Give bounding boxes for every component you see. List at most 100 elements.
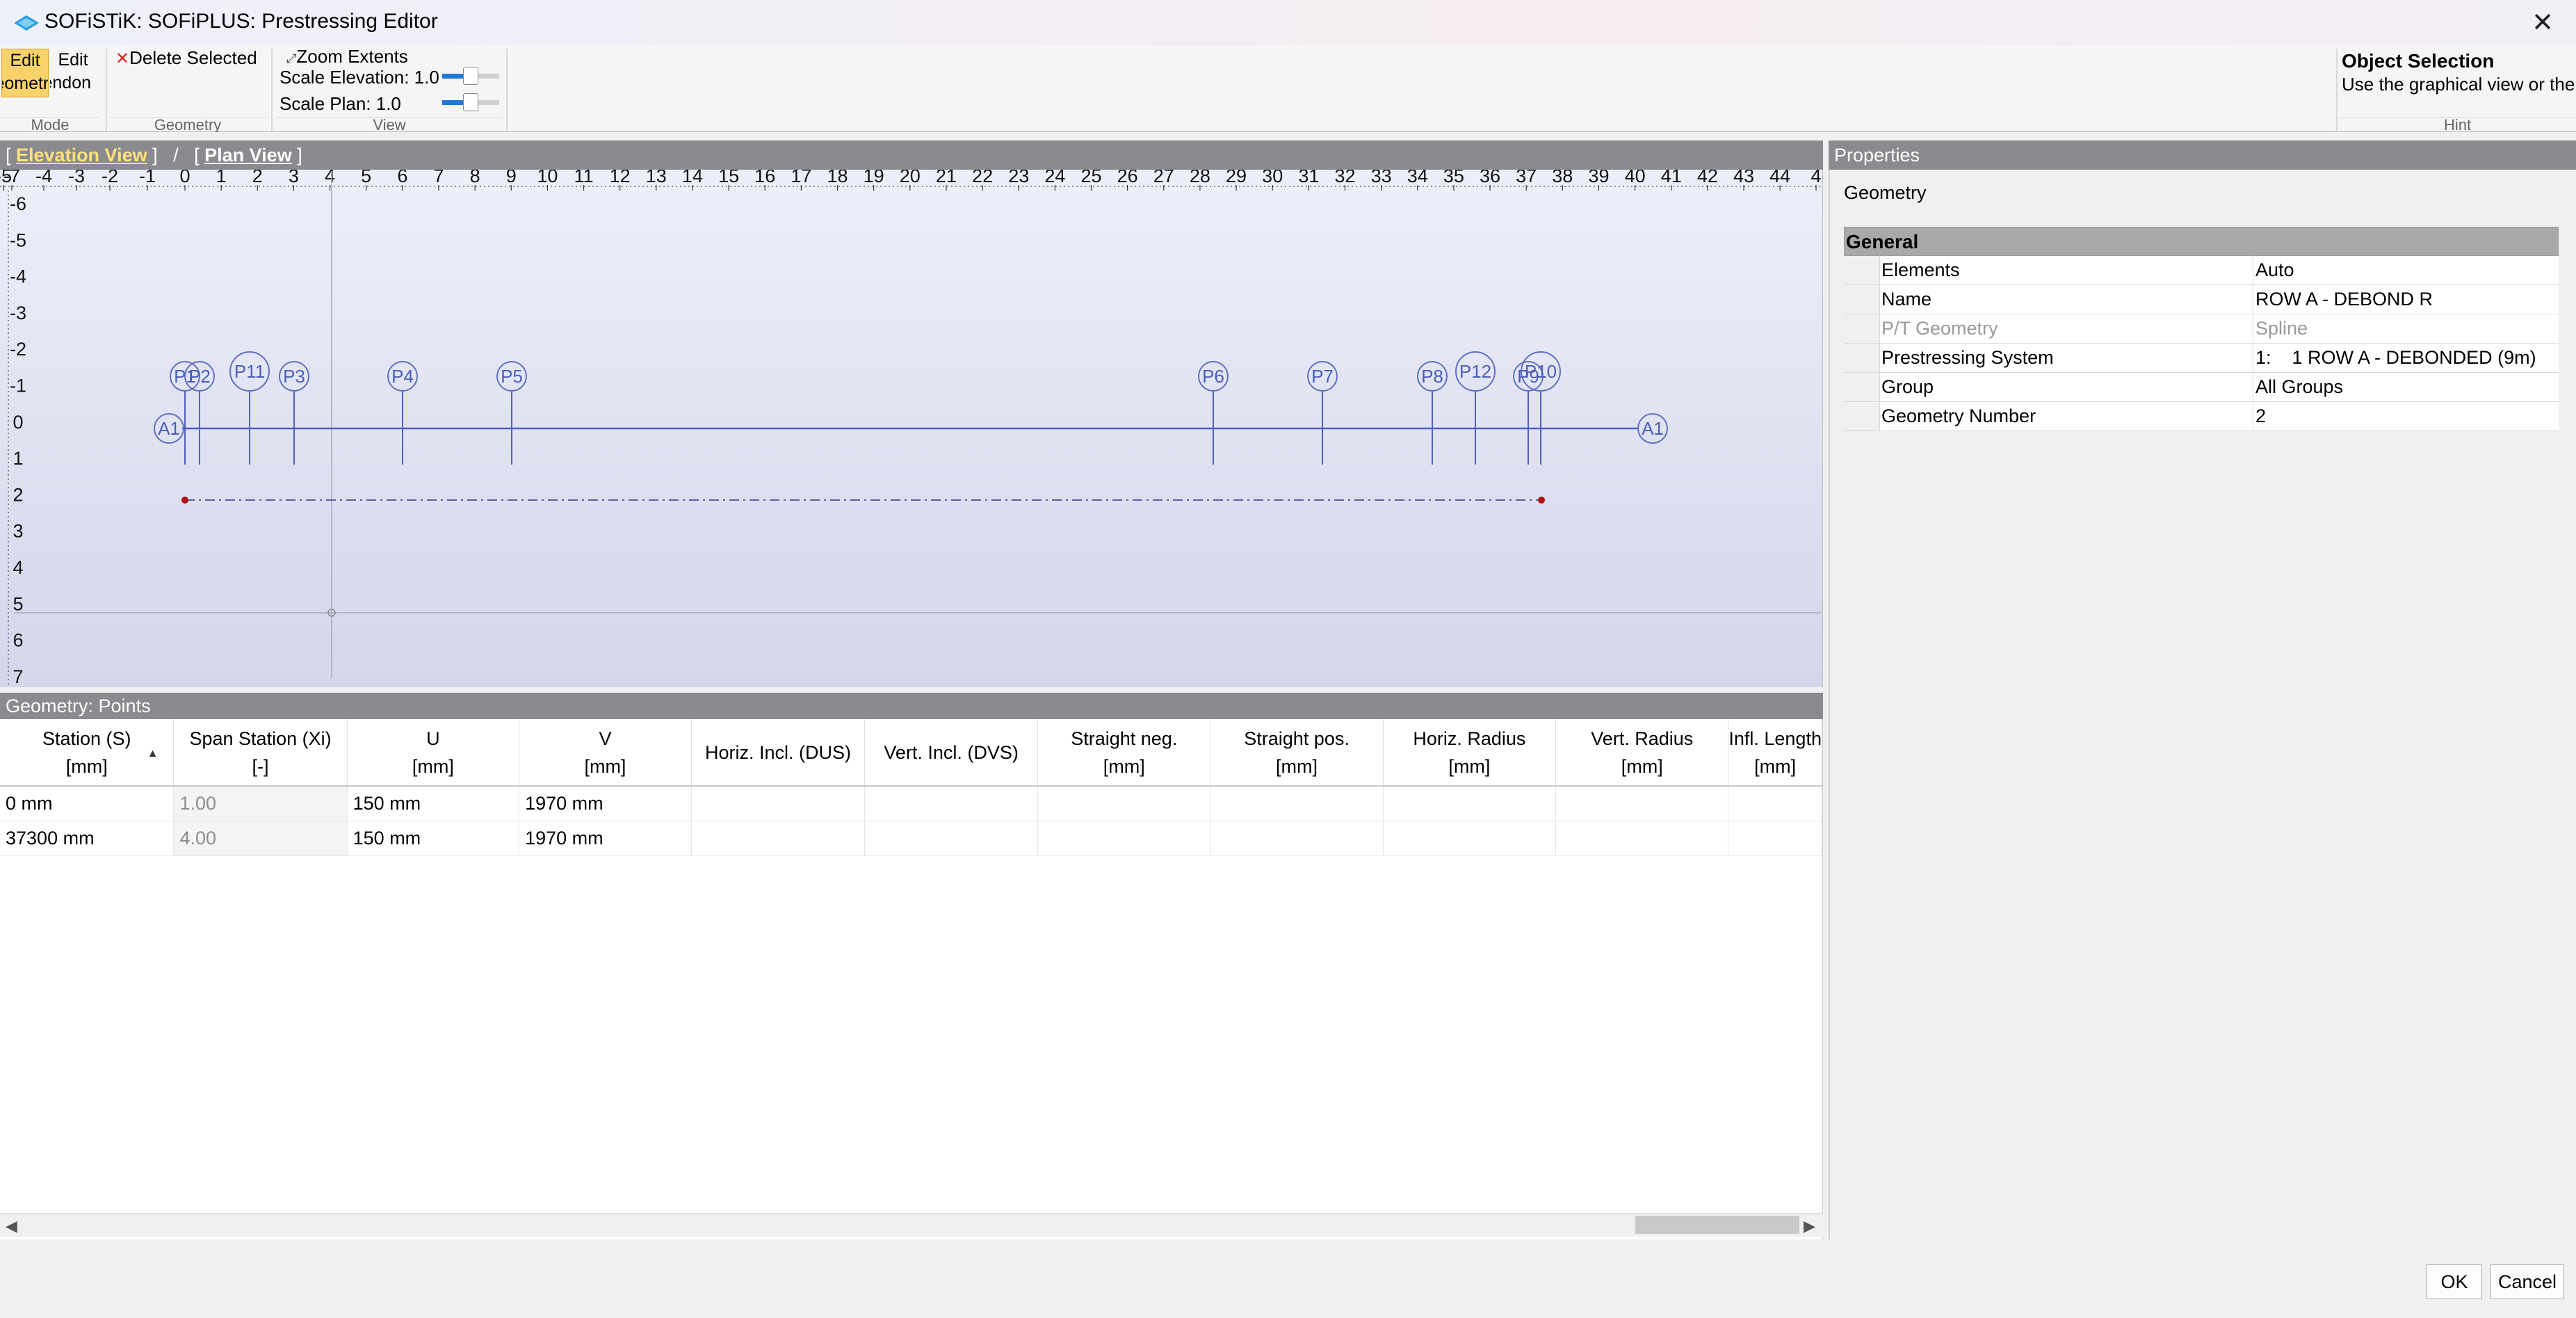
column-header[interactable]: Straight pos. [mm]: [1210, 719, 1384, 787]
x-tick-label: 33: [1371, 170, 1392, 186]
column-header[interactable]: Span Station (Xi) [-]: [173, 719, 348, 787]
table-cell[interactable]: [1383, 786, 1557, 821]
scrollbar-thumb[interactable]: [1635, 1216, 1799, 1234]
column-header[interactable]: Straight neg. [mm]: [1037, 719, 1211, 787]
table-cell[interactable]: 1970 mm: [519, 786, 692, 821]
point-label: P8: [1421, 366, 1443, 387]
edit-geometry-button[interactable]: Edit Geometry: [1, 49, 49, 97]
column-title: Straight pos.: [1244, 728, 1350, 749]
scale-plan-slider[interactable]: [442, 93, 499, 111]
column-title: Horiz. Radius: [1413, 728, 1526, 749]
point-label: P2: [188, 366, 211, 387]
column-title: Span Station (Xi): [189, 728, 332, 749]
table-cell[interactable]: [1555, 786, 1729, 821]
x-tick-label: 13: [646, 170, 667, 186]
points-table-panel: Station (S) [mm] ▲ Span Station (Xi) [-] U [mm…: [0, 719, 1823, 1239]
horizontal-scrollbar[interactable]: [0, 1213, 1823, 1237]
name-value[interactable]: ROW A - DEBOND R: [2253, 285, 2559, 314]
column-title: Vert. Radius: [1591, 728, 1694, 749]
table-cell[interactable]: [1210, 786, 1384, 821]
y-tick-label: -2: [10, 339, 26, 360]
property-row-name[interactable]: Name ROW A - DEBOND R: [1844, 285, 2559, 314]
table-cell[interactable]: 1970 mm: [519, 821, 692, 856]
axis-label: A1: [158, 418, 180, 439]
property-row-elements[interactable]: Elements Auto: [1844, 256, 2559, 285]
tab-plan-view[interactable]: Plan View: [204, 145, 292, 166]
column-header[interactable]: Station (S) [mm] ▲: [0, 719, 175, 787]
point-label: P11: [234, 361, 265, 382]
table-cell[interactable]: [691, 821, 866, 856]
table-cell[interactable]: [1037, 821, 1211, 856]
group-value[interactable]: All Groups: [2253, 373, 2559, 401]
column-title: Infl. Length: [1728, 728, 1822, 749]
prestressing-system-value[interactable]: 1: 1 ROW A - DEBONDED (9m): [2253, 344, 2559, 372]
table-cell[interactable]: [864, 786, 1039, 821]
zoom-extents-icon: ⤢: [286, 51, 297, 65]
property-group-general[interactable]: General: [1844, 227, 2559, 256]
table-cell[interactable]: [1210, 821, 1384, 856]
table-cell[interactable]: [864, 821, 1039, 856]
table-row[interactable]: 37300 mm 4.00 150 mm 1970 mm: [0, 821, 1822, 856]
column-title: U: [426, 728, 440, 749]
scroll-right-arrow-icon[interactable]: ▶: [1804, 1217, 1815, 1235]
elevation-canvas[interactable]: -5-7-4-3-2-10123456789101112131415161718…: [0, 170, 1822, 687]
point-label: P12: [1459, 361, 1491, 382]
x-tick-label: 1: [216, 170, 227, 186]
x-tick-label: 17: [791, 170, 811, 186]
table-row[interactable]: 0 mm 1.00 150 mm 1970 mm: [0, 786, 1822, 821]
geometry-group-label: Geometry: [108, 117, 267, 132]
geometry-number-value[interactable]: 2: [2253, 402, 2559, 431]
elements-value[interactable]: Auto: [2253, 256, 2559, 284]
delete-icon: ✕: [115, 49, 130, 68]
column-header[interactable]: U [mm]: [347, 719, 520, 787]
x-tick-label: 2: [252, 170, 263, 186]
property-row-group[interactable]: Group All Groups: [1844, 373, 2559, 402]
column-unit: [mm]: [412, 755, 454, 777]
table-cell[interactable]: [691, 786, 866, 821]
properties-header: Properties: [1829, 140, 2576, 170]
property-row-geometry-number[interactable]: Geometry Number 2: [1844, 402, 2559, 431]
column-unit: [mm]: [1754, 755, 1797, 777]
table-cell[interactable]: 0 mm: [0, 786, 175, 821]
x-tick-label: -4: [35, 170, 52, 186]
table-cell[interactable]: 1.00: [173, 786, 348, 821]
sort-ascending-icon[interactable]: ▲: [147, 740, 159, 768]
column-header[interactable]: Horiz. Incl. (DUS): [691, 719, 866, 787]
scroll-left-arrow-icon[interactable]: ◀: [6, 1217, 17, 1235]
table-cell[interactable]: 4.00: [173, 821, 348, 856]
table-cell[interactable]: 37300 mm: [0, 821, 175, 856]
column-header[interactable]: V [mm]: [519, 719, 692, 787]
table-cell[interactable]: [1037, 786, 1211, 821]
column-unit: [mm]: [1276, 755, 1318, 777]
x-tick-label: 40: [1625, 170, 1646, 186]
cancel-button[interactable]: Cancel: [2490, 1264, 2564, 1299]
ok-button[interactable]: OK: [2427, 1264, 2482, 1299]
x-tick-label: 11: [574, 170, 594, 186]
tendon-start-point[interactable]: [181, 497, 188, 504]
delete-selected-button[interactable]: ✕Delete Selected: [115, 47, 261, 69]
tab-elevation-view[interactable]: Elevation View: [16, 145, 147, 166]
column-unit: [-]: [252, 755, 269, 777]
table-cell[interactable]: [1383, 821, 1557, 856]
column-unit: [mm]: [1103, 755, 1145, 777]
table-cell[interactable]: [1555, 821, 1729, 856]
table-cell[interactable]: [1728, 821, 1822, 856]
column-header[interactable]: Vert. Incl. (DVS): [864, 719, 1039, 787]
property-row-prestressing-system[interactable]: Prestressing System 1: 1 ROW A - DEBONDED…: [1844, 344, 2559, 373]
x-tick-label: 27: [1153, 170, 1174, 186]
scale-elevation-slider[interactable]: [442, 67, 499, 85]
y-tick-label: -5: [10, 230, 26, 250]
table-cell[interactable]: 150 mm: [347, 821, 520, 856]
close-button[interactable]: ✕: [2525, 6, 2560, 40]
edit-tendon-button[interactable]: Edit Tendon: [50, 49, 96, 97]
tendon-end-point[interactable]: [1538, 497, 1545, 504]
table-cell[interactable]: [1728, 786, 1822, 821]
table-cell[interactable]: 150 mm: [347, 786, 520, 821]
column-header[interactable]: Vert. Radius [mm]: [1555, 719, 1729, 787]
x-tick-label: 10: [537, 170, 558, 186]
column-header[interactable]: Horiz. Radius [mm]: [1383, 719, 1557, 787]
column-header[interactable]: Infl. Length [mm]: [1728, 719, 1822, 787]
x-tick-label: 4: [325, 170, 335, 186]
zoom-extents-button[interactable]: ⤢Zoom Extents: [286, 46, 426, 67]
x-tick-label: 38: [1552, 170, 1573, 186]
